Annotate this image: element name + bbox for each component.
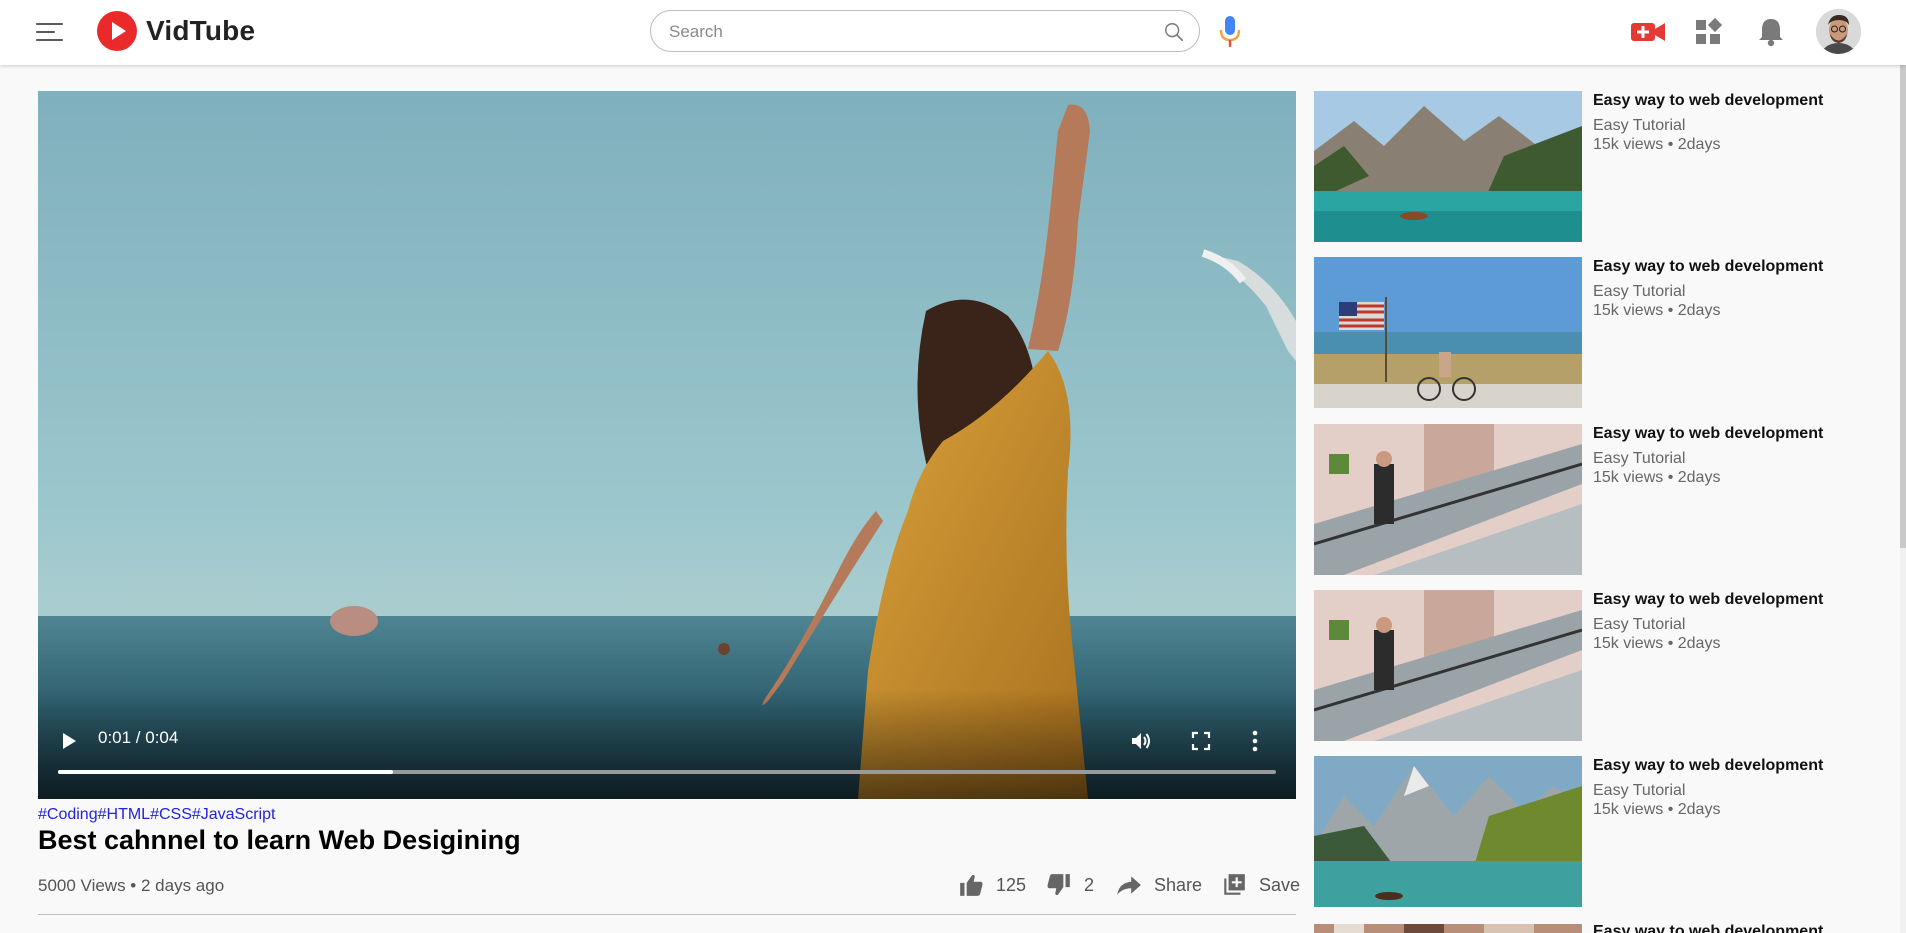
suggested-video-info: Easy way to web development Easy Tutoria… [1593,756,1883,819]
suggested-video[interactable]: Easy way to web development Easy Tutoria… [1314,590,1874,742]
playlist-add-icon [1224,874,1245,895]
bell-icon[interactable] [1751,12,1791,52]
like-button[interactable]: 125 [958,870,1026,900]
suggested-video-title[interactable]: Easy way to web development [1593,922,1874,933]
dislike-count: 2 [1084,874,1095,895]
thumbs-up-icon [960,874,983,896]
tag-css[interactable]: #CSS [150,806,192,823]
tag-javascript[interactable]: #JavaScript [192,806,276,823]
suggested-video[interactable]: Easy way to web development Easy Tutoria… [1314,91,1874,243]
video-thumbnail[interactable] [1314,91,1582,242]
video-thumbnail[interactable] [1314,257,1582,408]
top-navbar: VidTube [0,0,1906,65]
video-thumbnail[interactable] [1314,756,1582,907]
channel-name: Easy Tutorial [1593,450,1686,467]
progress-fill [58,770,393,774]
divider [38,914,1296,915]
suggested-video[interactable]: Easy way to web development [1314,922,1874,933]
user-avatar[interactable] [1816,9,1861,54]
suggested-video[interactable]: Easy way to web development Easy Tutoria… [1314,756,1874,908]
suggested-video-title[interactable]: Easy way to web development [1593,257,1883,276]
volume-icon[interactable] [1129,729,1153,753]
share-button[interactable]: Share [1116,870,1202,900]
share-label: Share [1154,874,1203,895]
tag-html[interactable]: #HTML [98,806,150,823]
video-meta: 15k views • 2days [1593,302,1721,319]
suggested-video-info: Easy way to web development Easy Tutoria… [1593,91,1883,154]
brand-name: VidTube [146,15,256,46]
suggested-video-title[interactable]: Easy way to web development [1593,91,1883,110]
video-meta: 15k views • 2days [1593,801,1721,818]
video-meta: 15k views • 2days [1593,136,1721,153]
save-label: Save [1259,874,1301,895]
suggested-video-title[interactable]: Easy way to web development [1593,756,1883,775]
page-scrollbar[interactable] [1900,65,1906,933]
suggested-video-title[interactable]: Easy way to web development [1593,424,1883,443]
thumbs-down-icon [1047,874,1070,896]
vidtube-logo[interactable]: VidTube [97,11,255,51]
play-logo-icon [97,11,137,51]
hamburger-menu-icon[interactable] [36,18,64,46]
channel-name: Easy Tutorial [1593,782,1686,799]
suggested-video[interactable]: Easy way to web development Easy Tutoria… [1314,257,1874,409]
video-thumbnail[interactable] [1314,590,1582,741]
video-camera-icon[interactable] [1628,12,1668,52]
hashtags: #Coding#HTML#CSS#JavaScript [38,806,275,824]
suggested-video-info: Easy way to web development Easy Tutoria… [1593,590,1883,653]
video-thumbnail[interactable] [1314,922,1582,933]
video-player[interactable]: 0:01 / 0:04 [38,91,1296,799]
more-options-icon[interactable] [1250,729,1260,753]
search-input[interactable] [667,11,1151,53]
share-icon [1117,876,1141,895]
time-display: 0:01 / 0:04 [98,728,179,747]
video-meta: 15k views • 2days [1593,635,1721,652]
suggested-video-info: Easy way to web development [1593,922,1874,933]
suggested-video-info: Easy way to web development Easy Tutoria… [1593,257,1883,320]
like-count: 125 [996,874,1027,895]
play-icon[interactable] [58,730,80,752]
tag-coding[interactable]: #Coding [38,806,98,823]
save-button[interactable]: Save [1221,870,1300,900]
fullscreen-icon[interactable] [1190,730,1212,752]
search-icon[interactable] [1163,21,1185,43]
video-meta: 15k views • 2days [1593,469,1721,486]
view-count: 5000 Views • 2 days ago [38,876,225,895]
suggested-video-info: Easy way to web development Easy Tutoria… [1593,424,1883,487]
controls-overlay [38,689,1296,799]
channel-name: Easy Tutorial [1593,117,1686,134]
mic-icon[interactable] [1218,15,1242,49]
video-title: Best cahnnel to learn Web Desigining [38,825,521,855]
channel-name: Easy Tutorial [1593,283,1686,300]
apps-grid-icon[interactable] [1688,12,1728,52]
search-bar [650,10,1200,53]
progress-bar[interactable] [58,770,1276,774]
channel-name: Easy Tutorial [1593,616,1686,633]
dislike-button[interactable]: 2 [1046,870,1094,900]
suggested-video[interactable]: Easy way to web development Easy Tutoria… [1314,424,1874,576]
video-thumbnail[interactable] [1314,424,1582,575]
suggested-video-title[interactable]: Easy way to web development [1593,590,1883,609]
scrollbar-thumb[interactable] [1900,65,1906,548]
